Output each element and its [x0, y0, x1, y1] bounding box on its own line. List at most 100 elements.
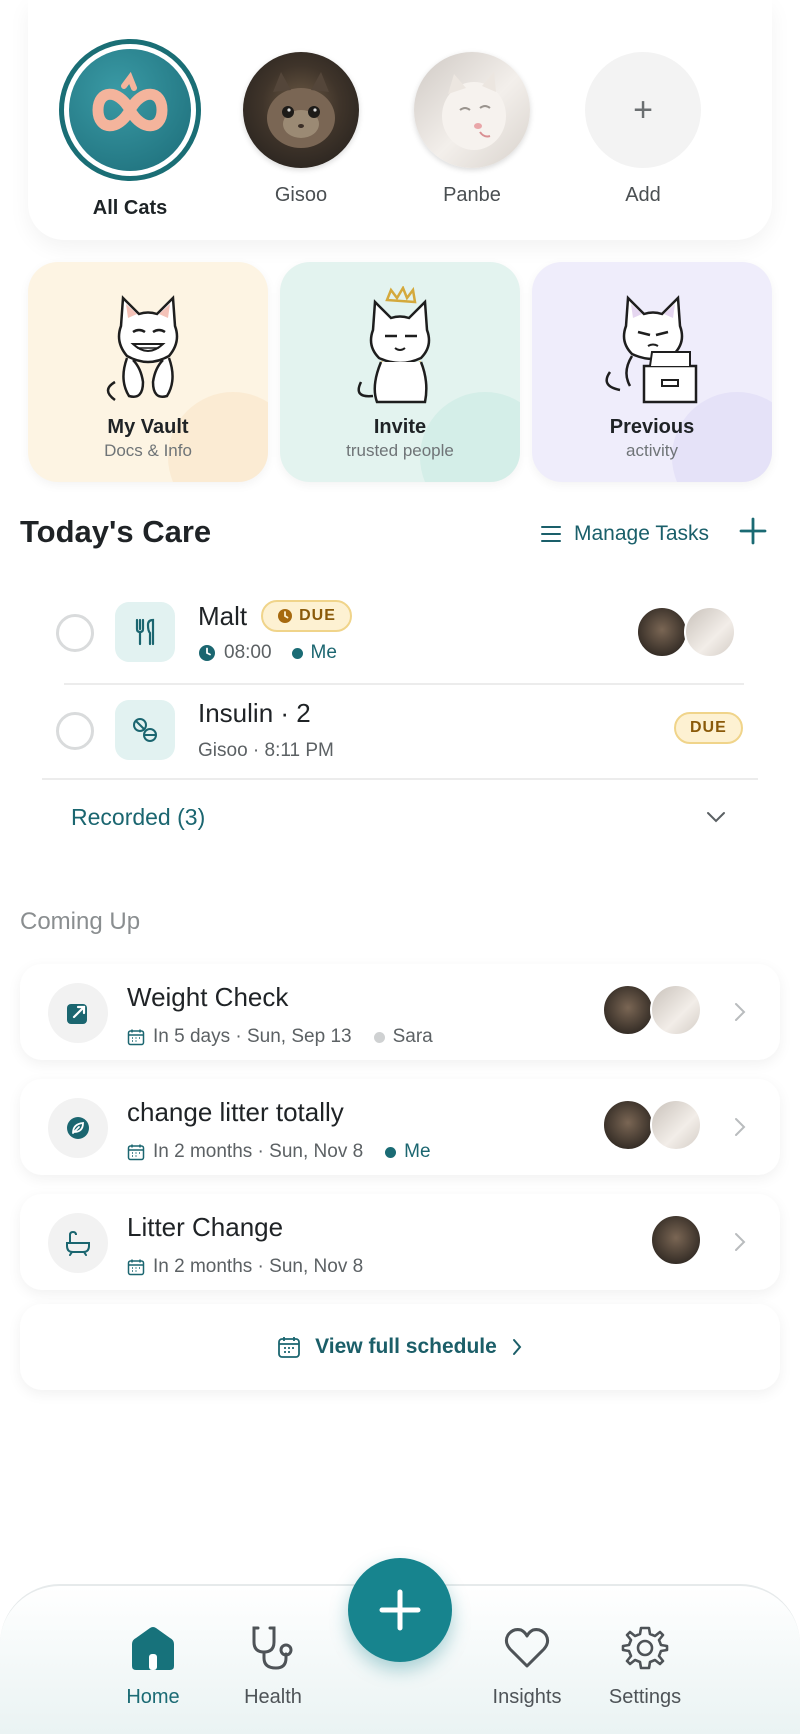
- upcoming-name: Litter Change: [127, 1212, 284, 1242]
- manage-tasks-label: Manage Tasks: [574, 522, 710, 545]
- external-edit-icon: [48, 983, 108, 1043]
- tabby-cat-photo: [267, 72, 335, 148]
- cat-avatar-stack: [602, 1099, 712, 1155]
- divider: [64, 683, 744, 685]
- add-cat-label: Add: [625, 184, 661, 206]
- nav-label: Home: [126, 1686, 180, 1708]
- due-badge: DUE: [261, 600, 352, 632]
- menu-lines-icon: [541, 526, 561, 542]
- task-assignee: Me: [310, 642, 337, 663]
- gear-icon: [621, 1626, 669, 1670]
- upcoming-assignee: Me: [404, 1141, 431, 1162]
- avatar: [650, 1214, 702, 1266]
- avatar: [650, 1099, 702, 1151]
- fork-knife-icon: [115, 602, 175, 662]
- task-name: Insulin · 2: [198, 698, 311, 728]
- avatar: [684, 606, 736, 658]
- gisoo-avatar: [243, 52, 359, 168]
- view-schedule-label: View full schedule: [315, 1335, 497, 1358]
- chevron-right-icon: [512, 1339, 522, 1355]
- avatar: [602, 1099, 654, 1151]
- task-row-insulin[interactable]: Insulin · 2 Gisoo · 8:11 PM DUE: [42, 688, 758, 784]
- assignee-dot: [291, 647, 303, 659]
- add-task-button[interactable]: [738, 516, 768, 552]
- divider: [42, 778, 758, 780]
- nav-label: Health: [244, 1686, 302, 1708]
- coming-up-title: Coming Up: [20, 908, 141, 935]
- cat-panbe[interactable]: Panbe: [397, 52, 547, 207]
- chevron-down-icon[interactable]: [706, 810, 726, 824]
- leaf-icon: [48, 1098, 108, 1158]
- task-complete-radio[interactable]: [56, 712, 94, 750]
- cat-avatar-stack: [650, 1214, 710, 1270]
- avatar: [602, 984, 654, 1036]
- bathtub-icon: [48, 1213, 108, 1273]
- plus-icon: [379, 1589, 421, 1631]
- quick-card-subtitle: trusted people: [346, 441, 454, 460]
- nav-health[interactable]: Health: [218, 1624, 328, 1709]
- plus-icon: +: [585, 52, 701, 168]
- cat-all-cats[interactable]: All Cats: [55, 39, 205, 220]
- nav-home[interactable]: Home: [98, 1624, 208, 1709]
- task-row-malt[interactable]: Malt DUE 08:00 Me: [42, 590, 758, 686]
- previous-activity-card[interactable]: Previous activity: [532, 262, 772, 482]
- pill-icon: [115, 700, 175, 760]
- white-cat-photo: [442, 72, 506, 150]
- cat-files-illustration: [605, 295, 698, 404]
- calendar-icon: [127, 1144, 145, 1161]
- recorded-toggle[interactable]: Recorded (3): [71, 804, 205, 831]
- upcoming-when: In 2 months · Sun, Nov 8: [153, 1141, 364, 1162]
- cat-name: Panbe: [443, 184, 501, 206]
- home-icon: [132, 1627, 174, 1670]
- nav-label: Settings: [608, 1686, 682, 1708]
- calendar-icon: [127, 1259, 145, 1276]
- cat-avatar-stack: [636, 606, 746, 662]
- quick-card-subtitle: Docs & Info: [104, 441, 192, 460]
- cat-grin-illustration: [106, 295, 179, 402]
- task-meta: Gisoo · 8:11 PM: [198, 740, 334, 761]
- quick-card-subtitle: activity: [626, 441, 678, 460]
- nav-settings[interactable]: Settings: [590, 1624, 700, 1709]
- assignee-dot: [385, 1146, 397, 1158]
- quick-card-title: Invite: [373, 416, 427, 438]
- assignee-dot: [373, 1031, 385, 1043]
- quick-card-title: My Vault: [107, 416, 189, 438]
- upcoming-item-change-litter[interactable]: change litter totally In 2 months · Sun,…: [20, 1079, 780, 1175]
- cat-name: Gisoo: [274, 184, 328, 206]
- upcoming-item-weight-check[interactable]: Weight Check In 5 days · Sun, Sep 13 Sar…: [20, 964, 780, 1060]
- upcoming-assignee: Sara: [392, 1026, 433, 1047]
- due-badge-label: DUE: [299, 607, 336, 624]
- stethoscope-icon: [252, 1626, 293, 1670]
- chevron-right-icon: [735, 1003, 746, 1021]
- upcoming-when: In 2 months · Sun, Nov 8: [153, 1256, 364, 1277]
- upcoming-item-litter-change[interactable]: Litter Change In 2 months · Sun, Nov 8: [20, 1194, 780, 1290]
- cat-gisoo[interactable]: Gisoo: [226, 52, 376, 207]
- upcoming-name: Weight Check: [127, 982, 289, 1012]
- calendar-icon: [278, 1337, 301, 1358]
- chevron-right-icon: [735, 1233, 746, 1251]
- manage-tasks-button[interactable]: Manage Tasks: [540, 522, 709, 546]
- calendar-icon: [127, 1029, 145, 1046]
- cat-name: All Cats: [92, 197, 168, 219]
- cat-avatar-stack: [602, 984, 712, 1040]
- upcoming-when: In 5 days · Sun, Sep 13: [153, 1026, 352, 1047]
- plus-icon: [739, 517, 767, 545]
- view-full-schedule-button[interactable]: View full schedule: [20, 1304, 780, 1390]
- invite-card[interactable]: Invite trusted people: [280, 262, 520, 482]
- all-cats-avatar: [59, 39, 201, 181]
- upcoming-name: change litter totally: [127, 1097, 344, 1127]
- clock-icon: [278, 609, 293, 623]
- chevron-right-icon: [735, 1118, 746, 1136]
- add-fab-button[interactable]: [348, 1558, 452, 1662]
- todays-care-title: Today's Care: [20, 514, 212, 549]
- due-badge: DUE: [674, 712, 743, 744]
- infinity-logo-icon: [92, 71, 168, 132]
- panbe-avatar: [414, 52, 530, 168]
- my-vault-card[interactable]: My Vault Docs & Info: [28, 262, 268, 482]
- avatar: [650, 984, 702, 1036]
- add-cat-button[interactable]: + Add: [568, 52, 718, 207]
- nav-insights[interactable]: Insights: [472, 1624, 582, 1709]
- quick-card-title: Previous: [609, 416, 695, 438]
- task-complete-radio[interactable]: [56, 614, 94, 652]
- cat-crown-illustration: [357, 286, 431, 404]
